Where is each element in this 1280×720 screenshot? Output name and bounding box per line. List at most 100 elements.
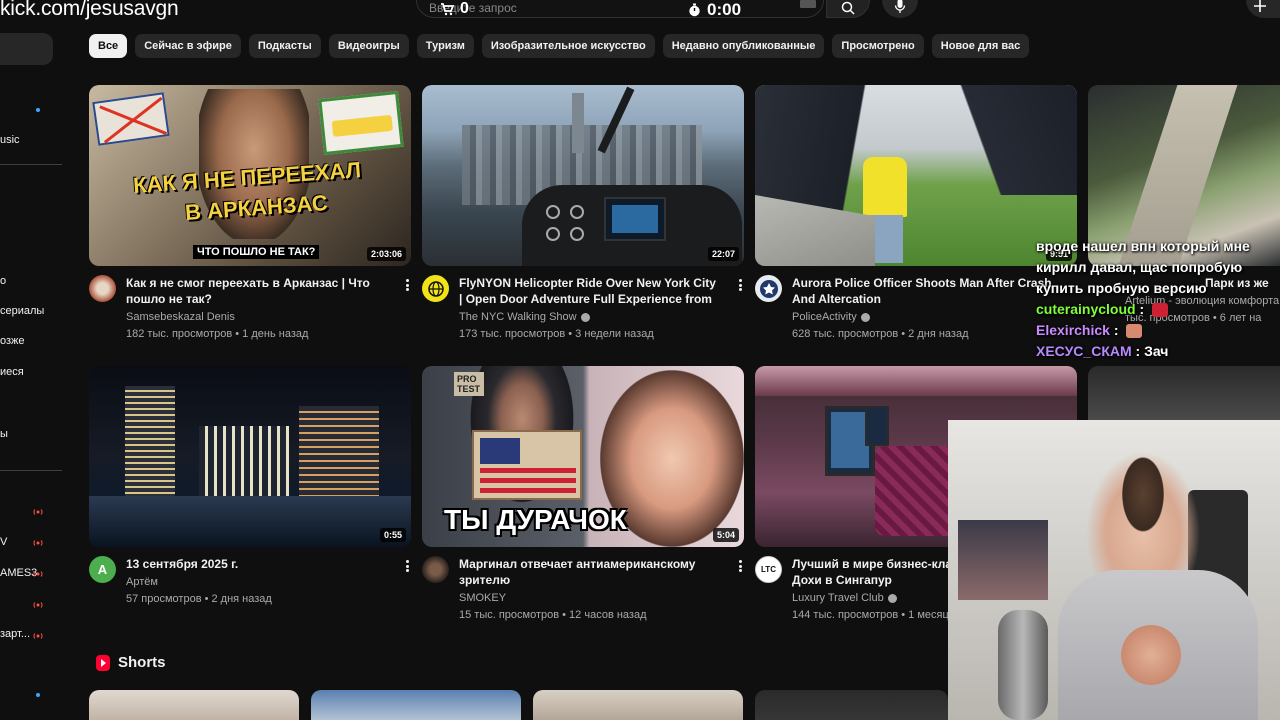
chip-watched[interactable]: Просмотрено <box>832 34 924 58</box>
streamer-webcam <box>948 420 1280 720</box>
video-thumbnail[interactable]: 22:07 <box>422 85 744 266</box>
video-thumbnail[interactable]: 9:51 <box>755 85 1077 266</box>
more-options-icon[interactable] <box>734 277 746 293</box>
thumbnail-headline: ТЫ ДУРАЧОК <box>444 504 627 535</box>
chat-text: : <box>1113 322 1119 338</box>
new-content-dot <box>36 108 40 112</box>
stream-chat-overlay: вроде нашел впн который мне кирилл давал… <box>1036 236 1280 362</box>
seat-screen <box>865 406 889 446</box>
sidebar-item-downloads[interactable]: ы <box>0 428 8 440</box>
chat-text: : Зач <box>1135 343 1169 359</box>
filter-chips: Все Сейчас в эфире Подкасты Видеоигры Ту… <box>89 34 1030 58</box>
person-yellow-shirt <box>863 157 907 217</box>
channel-name[interactable]: SMOKEY <box>459 591 506 605</box>
chip-live[interactable]: Сейчас в эфире <box>135 34 241 58</box>
video-thumbnail[interactable]: 0:55 <box>89 366 411 547</box>
sidebar-item-music[interactable]: usic <box>0 134 20 146</box>
shorts-icon <box>96 654 110 671</box>
video-card[interactable]: 22:07 FlyNYON Helicopter Ride Over New Y… <box>422 85 744 355</box>
more-options-icon[interactable] <box>401 558 413 574</box>
flag-sign <box>472 430 582 500</box>
live-icon <box>33 602 43 608</box>
building <box>125 386 175 496</box>
short-thumbnail[interactable] <box>755 690 948 720</box>
channel-avatar[interactable] <box>755 275 782 302</box>
sidebar-item-watch-later[interactable]: озже <box>0 335 25 347</box>
create-button[interactable] <box>1246 0 1280 18</box>
verified-icon <box>887 593 897 603</box>
video-duration: 0:55 <box>379 528 406 542</box>
channel-avatar[interactable] <box>422 275 449 302</box>
sidebar-sub-4[interactable]: зарт... <box>0 628 30 640</box>
new-jersey-sign <box>318 90 404 156</box>
short-thumbnail[interactable] <box>311 690 521 720</box>
chip-new-to-you[interactable]: Новое для вас <box>931 34 1030 58</box>
keyboard-icon[interactable] <box>800 0 816 8</box>
shorts-title: Shorts <box>118 654 166 671</box>
video-title[interactable]: FlyNYON Helicopter Ride Over New York Ci… <box>459 275 719 307</box>
chip-recently-uploaded[interactable]: Недавно опубликованные <box>662 34 825 58</box>
short-thumbnail[interactable] <box>89 690 299 720</box>
water-reflection <box>89 496 411 547</box>
channel-avatar[interactable]: LTC <box>755 556 782 583</box>
verified-icon <box>860 312 870 322</box>
top-bar: Введите запрос 0 0:00 kick.com/jesusavgn <box>0 0 1280 24</box>
more-options-icon[interactable] <box>401 277 413 293</box>
stopwatch-icon <box>689 3 700 17</box>
stream-counter: 0 <box>440 0 469 18</box>
video-card[interactable]: КАК Я НЕ ПЕРЕЕХАЛ В АРКАНЗАС ЧТО ПОШЛО Н… <box>89 85 411 355</box>
channel-avatar[interactable]: A <box>89 556 116 583</box>
video-thumbnail[interactable]: КАК Я НЕ ПЕРЕЕХАЛ В АРКАНЗАС ЧТО ПОШЛО Н… <box>89 85 411 266</box>
channel-name[interactable]: The NYC Walking Show <box>459 310 577 324</box>
video-card[interactable]: PRO TEST ТЫ ДУРАЧОК 5:04 Маргинал отвеча… <box>422 366 744 636</box>
search-input[interactable]: Введите запрос <box>416 0 824 18</box>
channel-name[interactable]: Samsebeskazal Denis <box>126 310 235 324</box>
video-stats: 173 тыс. просмотров • 3 недели назад <box>459 328 654 340</box>
video-card[interactable]: 0:55 A 13 сентября 2025 г. Артём 57 прос… <box>89 366 411 636</box>
chip-all[interactable]: Все <box>89 34 128 58</box>
live-icon <box>33 540 43 546</box>
video-stats: 182 тыс. просмотров • 1 день назад <box>126 328 309 340</box>
video-title[interactable]: 13 сентября 2025 г. <box>126 556 386 572</box>
chat-text: купить пробную версию <box>1036 280 1207 296</box>
video-title[interactable]: Aurora Police Officer Shoots Man After C… <box>792 275 1052 307</box>
channel-avatar[interactable] <box>422 556 449 583</box>
video-card[interactable]: 9:51 Aurora Police Officer Shoots Man Af… <box>755 85 1077 355</box>
search-button[interactable] <box>826 0 870 18</box>
more-options-icon[interactable] <box>734 558 746 574</box>
counter-value: 0 <box>460 0 469 17</box>
thumbnail-caption: ЧТО ПОШЛО НЕ ТАК? <box>193 245 320 259</box>
sidebar-item-home[interactable] <box>0 33 53 65</box>
short-thumbnail[interactable] <box>533 690 743 720</box>
video-duration: 2:03:06 <box>366 247 406 261</box>
tower <box>572 93 584 153</box>
chat-text: вроде нашел впн который мне <box>1036 238 1250 254</box>
chat-message: кирилл давал, щас попробую <box>1036 257 1280 278</box>
chip-gaming[interactable]: Видеоигры <box>328 34 409 58</box>
voice-search-button[interactable] <box>882 0 918 18</box>
chip-tourism[interactable]: Туризм <box>416 34 474 58</box>
sidebar-item-history[interactable]: о <box>0 275 6 287</box>
sidebar-item-movies[interactable]: сериалы <box>0 305 44 317</box>
channel-name[interactable]: Luxury Travel Club <box>792 591 884 605</box>
search-icon <box>841 1 855 15</box>
video-stats: 15 тыс. просмотров • 12 часов назад <box>459 609 647 621</box>
video-duration: 5:04 <box>712 528 739 542</box>
cart-icon <box>441 3 454 16</box>
video-thumbnail[interactable] <box>1088 366 1280 420</box>
building <box>299 406 379 496</box>
live-icon <box>33 633 43 639</box>
shelf <box>958 520 1048 600</box>
sidebar-item-liked[interactable]: иеся <box>0 366 24 378</box>
video-title[interactable]: Как я не смог переехать в Арканзас | Что… <box>126 275 386 307</box>
video-title[interactable]: Маргинал отвечает антиамериканскому зрит… <box>459 556 719 588</box>
video-duration: 22:07 <box>707 247 739 261</box>
channel-name[interactable]: Артём <box>126 575 158 589</box>
chip-fine-art[interactable]: Изобразительное искусство <box>481 34 655 58</box>
chip-podcasts[interactable]: Подкасты <box>248 34 321 58</box>
channel-avatar[interactable] <box>89 275 116 302</box>
sidebar-sub-1[interactable]: V <box>0 536 7 548</box>
emote-icon <box>1126 324 1143 339</box>
channel-name[interactable]: PoliceActivity <box>792 310 857 324</box>
video-thumbnail[interactable]: PRO TEST ТЫ ДУРАЧОК 5:04 <box>422 366 744 547</box>
